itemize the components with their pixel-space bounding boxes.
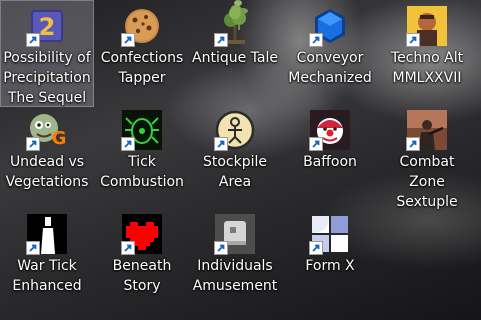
desktop-icon-possibility-of-precipitation[interactable]: 2 Possibility of Precipitation The Seque… — [0, 0, 94, 107]
shortcut-arrow-icon — [309, 137, 323, 151]
icon-label: Individuals Amusement — [192, 258, 278, 294]
desktop-icon-baffoon[interactable]: Baffoon — [283, 106, 377, 176]
icon-label: Form X — [305, 258, 355, 274]
shortcut-arrow-icon — [309, 241, 323, 255]
desktop-icon-war-tick-enhanced[interactable]: War Tick Enhanced — [0, 210, 94, 300]
shortcut-arrow-icon — [406, 137, 420, 151]
svg-text:G: G — [52, 128, 67, 149]
desktop-icon-antique-tale[interactable]: Antique Tale — [188, 0, 282, 70]
blue-square-grid-icon — [309, 214, 350, 255]
shortcut-arrow-icon — [309, 33, 323, 47]
icon-label: War Tick Enhanced — [12, 258, 82, 294]
icon-label: Undead vs Vegetations — [5, 154, 89, 190]
portrait-icon — [406, 6, 447, 47]
desktop-icon-stockpile-area[interactable]: Stockpile Area — [188, 106, 282, 196]
shortcut-arrow-icon — [26, 33, 40, 47]
shortcut-arrow-icon — [121, 33, 135, 47]
shortcut-arrow-icon — [214, 33, 228, 47]
shortcut-arrow-icon — [406, 33, 420, 47]
desktop-icon-beneath-story[interactable]: Beneath Story — [95, 210, 189, 300]
icon-label: Techno Alt MMLXXVII — [390, 50, 464, 86]
cookie-icon — [121, 6, 162, 47]
desktop-icon-individuals-amusement[interactable]: Individuals Amusement — [188, 210, 282, 300]
white-figure-icon — [26, 214, 67, 255]
green-tick-icon — [121, 110, 162, 151]
desktop-icon-undead-vs-vegetations[interactable]: G Undead vs Vegetations — [0, 106, 94, 196]
icon-label: Tick Combustion — [100, 154, 184, 190]
desktop-icon-confections-tapper[interactable]: Confections Tapper — [95, 0, 189, 90]
icon-label: Stockpile Area — [202, 154, 268, 190]
desktop-icon-techno-alt[interactable]: Techno Alt MMLXXVII — [380, 0, 474, 90]
icon-label: Conveyor Mechanized — [288, 50, 372, 86]
icon-label: Antique Tale — [192, 50, 278, 66]
tree-icon — [214, 6, 255, 47]
desktop-icon-tick-combustion[interactable]: Tick Combustion — [95, 106, 189, 196]
blue-hexagon-icon — [309, 6, 350, 47]
icon-label: Possibility of Precipitation The Sequel — [3, 50, 91, 106]
desktop: 2 Possibility of Precipitation The Seque… — [0, 0, 481, 320]
desktop-icon-conveyor-mechanized[interactable]: Conveyor Mechanized — [283, 0, 377, 90]
clown-icon — [309, 110, 350, 151]
soldier-icon — [406, 110, 447, 151]
shortcut-arrow-icon — [214, 241, 228, 255]
icon-label: Confections Tapper — [100, 50, 184, 86]
shortcut-arrow-icon — [121, 241, 135, 255]
icon-label: Beneath Story — [112, 258, 172, 294]
shortcut-arrow-icon — [214, 137, 228, 151]
desktop-icon-form-x[interactable]: Form X — [283, 210, 377, 280]
svg-text:2: 2 — [39, 13, 56, 41]
zombie-head-icon: G — [26, 110, 67, 151]
shortcut-arrow-icon — [121, 137, 135, 151]
shortcut-arrow-icon — [26, 241, 40, 255]
icon-label: Combat Zone Sextuple — [396, 154, 458, 210]
desktop-icon-combat-zone-sextuple[interactable]: Combat Zone Sextuple — [380, 106, 474, 210]
gray-cube-icon — [214, 214, 255, 255]
figure-circle-icon — [214, 110, 255, 151]
icon-label: Baffoon — [303, 154, 357, 170]
red-heart-icon — [121, 214, 162, 255]
purple-2-logo-icon: 2 — [26, 6, 67, 47]
shortcut-arrow-icon — [26, 137, 40, 151]
